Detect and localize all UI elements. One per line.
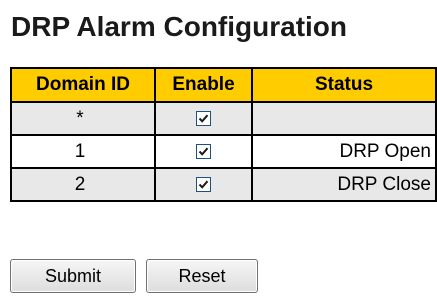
table-header-row: Domain ID Enable Status bbox=[10, 67, 437, 103]
checkbox-checked-icon bbox=[198, 114, 209, 123]
page-title: DRP Alarm Configuration bbox=[11, 11, 348, 42]
column-header-status: Status bbox=[251, 67, 437, 103]
checkbox-checked-icon bbox=[198, 180, 209, 189]
drp-alarm-table: Domain ID Enable Status * 1 DRP Open 2 D… bbox=[10, 67, 437, 202]
enable-checkbox-domain-1[interactable] bbox=[196, 143, 211, 159]
enable-checkbox-all[interactable] bbox=[196, 110, 211, 126]
enable-cell bbox=[154, 101, 253, 136]
table-row-domain-2: 2 DRP Close bbox=[10, 167, 437, 202]
enable-cell bbox=[154, 134, 253, 169]
enable-cell bbox=[154, 167, 253, 202]
status-cell bbox=[251, 101, 437, 136]
domain-id-cell: 1 bbox=[10, 134, 156, 169]
column-header-enable: Enable bbox=[154, 67, 253, 103]
table-row-domain-1: 1 DRP Open bbox=[10, 134, 437, 169]
enable-checkbox-domain-2[interactable] bbox=[196, 176, 211, 192]
reset-button[interactable]: Reset bbox=[146, 259, 258, 293]
status-cell: DRP Close bbox=[251, 167, 437, 202]
submit-button[interactable]: Submit bbox=[10, 259, 136, 293]
domain-id-cell: 2 bbox=[10, 167, 156, 202]
column-header-domain-id: Domain ID bbox=[10, 67, 156, 103]
domain-id-cell: * bbox=[10, 101, 156, 136]
table-row-all-domains: * bbox=[10, 101, 437, 136]
status-cell: DRP Open bbox=[251, 134, 437, 169]
checkbox-checked-icon bbox=[198, 147, 209, 156]
